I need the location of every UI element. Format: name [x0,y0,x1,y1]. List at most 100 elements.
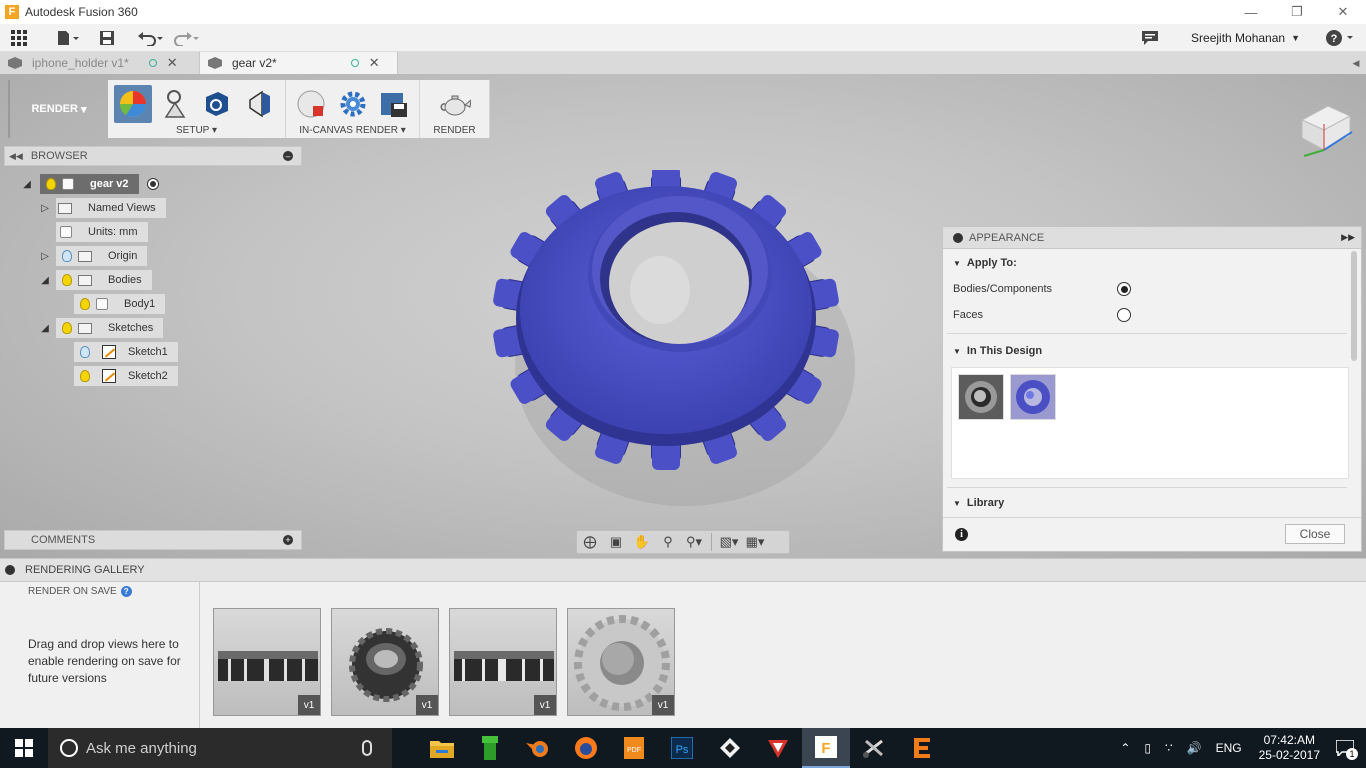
undo-icon[interactable] [132,24,168,52]
battery-icon[interactable]: ▯ [1144,741,1151,755]
tree-item-root[interactable]: ◢ gear v2 [20,174,159,194]
render-settings-gear-icon[interactable] [334,85,372,123]
render-thumbnail-4[interactable]: v1 [567,608,675,716]
visibility-bulb-icon[interactable] [62,322,72,334]
photoshop-icon[interactable]: Ps [658,728,706,768]
pan-hand-icon[interactable]: ✋ [629,531,655,553]
close-tab-icon[interactable]: ✕ [369,55,380,71]
windows-start-icon[interactable] [0,728,48,768]
visibility-bulb-icon[interactable] [62,250,72,262]
render-on-save[interactable]: RENDER ON SAVE ? [28,586,132,597]
snipping-tool-icon[interactable] [850,728,898,768]
appearance-header[interactable]: APPEARANCE ▶▶ [943,227,1361,249]
browser-panel-header[interactable]: ◀◀ BROWSER – [4,146,302,166]
expand-triangle-icon[interactable]: ▷ [38,201,52,215]
expand-panel-icon[interactable]: ▶▶ [1341,232,1355,243]
capture-image-icon[interactable] [375,85,413,123]
render-teapot-icon[interactable] [436,85,474,123]
save-icon[interactable] [92,24,122,52]
restore-button[interactable]: ❐ [1274,0,1320,24]
language-indicator[interactable]: ENG [1216,741,1242,755]
wifi-icon[interactable]: ∵ [1165,741,1173,755]
inkscape-icon[interactable] [706,728,754,768]
tree-item-units[interactable]: Units: mm [56,222,148,242]
job-status-icon[interactable] [1135,24,1165,52]
tree-item-sketch2[interactable]: Sketch2 [74,366,178,386]
collapse-triangle-icon[interactable]: ◢ [38,321,52,335]
file-explorer-icon[interactable] [418,728,466,768]
library-section[interactable]: ▼ Library [953,497,1004,509]
rendering-gallery-header[interactable]: RENDERING GALLERY [0,558,1366,582]
gear-model[interactable] [490,170,860,510]
scene-settings-icon[interactable] [114,85,152,123]
info-icon[interactable]: i [955,528,968,541]
appearance-swatch-blue-plastic[interactable] [1010,374,1056,420]
close-button[interactable]: Close [1285,524,1345,544]
viewcube[interactable] [1292,92,1358,158]
visibility-bulb-icon[interactable] [80,298,90,310]
render-thumbnail-1[interactable]: v1 [213,608,321,716]
notifications-icon[interactable]: 1 [1330,728,1360,768]
visibility-bulb-icon[interactable] [62,274,72,286]
browser-minimize-icon[interactable]: – [283,151,293,161]
firefox-icon[interactable] [562,728,610,768]
minimize-button[interactable]: — [1228,0,1274,24]
close-window-button[interactable]: ✕ [1320,0,1366,24]
apply-to-section[interactable]: ▼ Apply To: [953,257,1017,269]
close-tab-icon[interactable]: ✕ [167,55,178,71]
collapse-gallery-icon[interactable] [5,565,15,575]
in-this-design-section[interactable]: ▼ In This Design [953,345,1042,357]
fit-zoom-icon[interactable]: ⚲▾ [681,531,707,553]
bodies-components-radio[interactable] [1117,282,1131,296]
display-settings-icon[interactable]: ▧▾ [716,531,742,553]
tree-item-sketches[interactable]: ◢ Sketches [38,318,164,338]
workspace-switcher[interactable]: RENDER ▾ [8,80,108,138]
help-icon[interactable]: ? [1320,24,1360,52]
clock[interactable]: 07:42:AM 25-02-2017 [1259,733,1320,763]
tab-scroll-icon[interactable]: ◀ [1346,52,1366,74]
data-panel-grid-icon[interactable] [4,24,34,52]
render-thumbnail-3[interactable]: v1 [449,608,557,716]
expand-triangle-icon[interactable]: ▷ [38,249,52,263]
render-thumbnail-2[interactable]: v1 [331,608,439,716]
orbit-icon[interactable]: ⨁ [577,531,603,553]
blender-icon[interactable] [514,728,562,768]
appearance-scrollbar[interactable] [1351,251,1357,361]
activate-component-icon[interactable] [146,178,159,190]
help-icon[interactable]: ? [120,586,132,597]
microphone-icon[interactable] [362,740,372,756]
comments-panel-header[interactable]: COMMENTS + [4,530,302,550]
look-at-icon[interactable]: ▣ [603,531,629,553]
collapse-triangle-icon[interactable]: ◢ [38,273,52,287]
tree-item-named-views[interactable]: ▷ Named Views [38,198,166,218]
tab-iphone-holder[interactable]: iphone_holder v1* ✕ [0,52,200,74]
setup-group-label[interactable]: SETUP ▾ [112,125,281,136]
collapse-panel-icon[interactable] [953,232,963,243]
file-menu-icon[interactable] [50,24,86,52]
decal-icon[interactable] [240,85,278,123]
tree-item-body1[interactable]: Body1 [74,294,166,314]
collapse-browser-icon[interactable]: ◀◀ [9,151,23,162]
collapse-triangle-icon[interactable]: ◢ [20,177,34,191]
tree-item-sketch1[interactable]: Sketch1 [74,342,178,362]
appearance-icon[interactable] [156,85,194,123]
cortana-search-box[interactable]: Ask me anything [48,728,392,768]
user-menu[interactable]: Sreejith Mohanan [1191,31,1285,45]
in-canvas-render-icon[interactable] [292,85,330,123]
visibility-bulb-icon[interactable] [46,178,56,190]
green-pipe-app-icon[interactable] [466,728,514,768]
tree-item-origin[interactable]: ▷ Origin [38,246,148,266]
add-comment-icon[interactable]: + [283,535,293,545]
zoom-icon[interactable]: ⚲ [655,531,681,553]
chevron-up-icon[interactable]: ⌃ [1120,741,1130,755]
chevron-down-icon[interactable]: ▼ [1291,33,1300,43]
volume-icon[interactable]: 🔊 [1187,741,1202,755]
appearance-swatch-metal[interactable] [958,374,1004,420]
visibility-bulb-icon[interactable] [80,370,90,382]
visibility-bulb-icon[interactable] [80,346,90,358]
grid-settings-icon[interactable]: ▦▾ [742,531,768,553]
faces-radio[interactable] [1117,308,1131,322]
tree-item-bodies[interactable]: ◢ Bodies [38,270,152,290]
in-canvas-render-group-label[interactable]: IN-CANVAS RENDER ▾ [290,125,415,136]
tab-gear-v2[interactable]: gear v2* ✕ [200,52,398,74]
